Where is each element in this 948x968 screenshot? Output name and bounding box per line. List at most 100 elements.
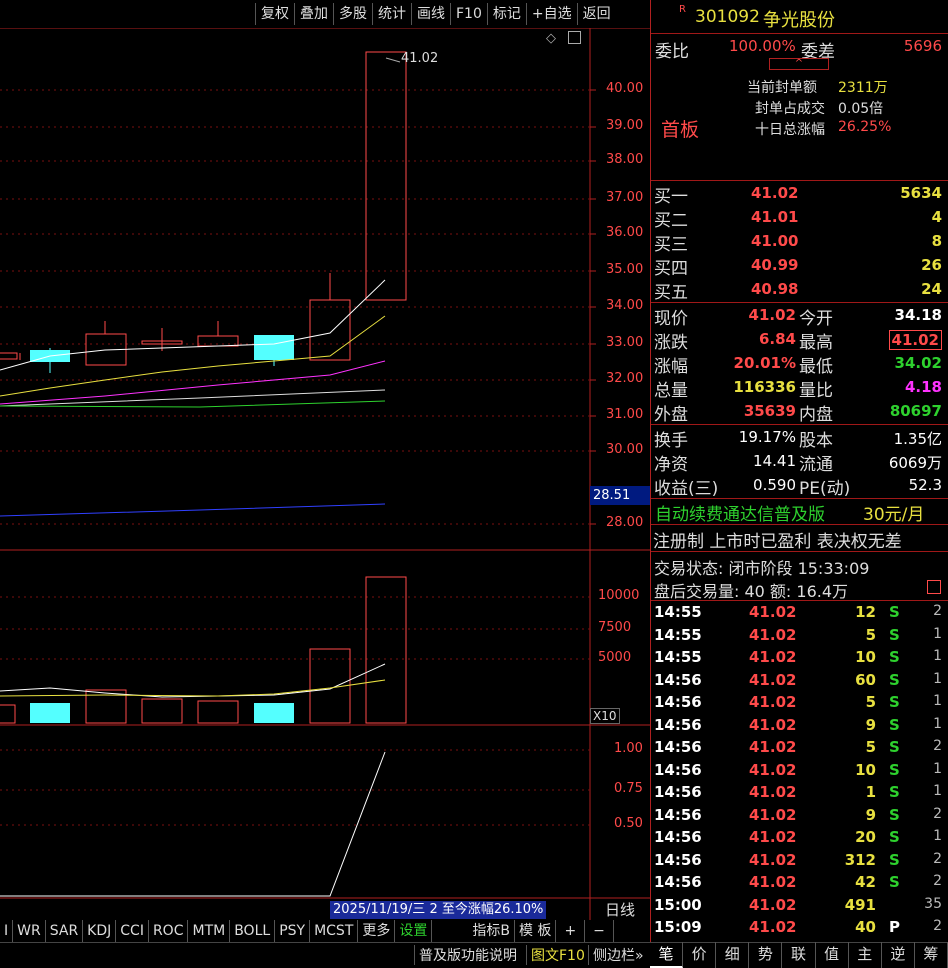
toolbar-mark[interactable]: 标记 (486, 3, 526, 25)
price-tick: 37.00 (606, 190, 644, 205)
tick-time: 14:55 (654, 603, 702, 621)
tick-volume: 5 (865, 693, 876, 711)
tab-boll[interactable]: BOLL (230, 920, 276, 942)
tick-count: 1 (933, 648, 942, 664)
side-tab[interactable]: 价 (683, 942, 717, 968)
tick-count: 1 (933, 625, 942, 642)
tick-time: 14:56 (654, 738, 702, 756)
indicator-tick: 0.50 (614, 816, 643, 831)
quote-value: 116336 (733, 378, 796, 396)
tab-wr[interactable]: WR (13, 920, 46, 942)
bid-price[interactable]: 41.02 (751, 184, 798, 202)
tab-psy[interactable]: PSY (275, 920, 311, 942)
toolbar-back[interactable]: 返回 (576, 3, 616, 25)
volume-tick: 10000 (598, 588, 640, 603)
kline-chart[interactable]: 41.02 ◇ 40.00 39.00 38.00 37.00 36.00 35.00 34… (0, 28, 650, 942)
volume-bar (254, 703, 294, 723)
tick-count: 2 (933, 873, 942, 889)
tab-more[interactable]: 更多 (358, 920, 396, 942)
toolbar-f10[interactable]: F10 (450, 3, 487, 25)
period-label[interactable]: 日线 (590, 899, 650, 920)
chart-mini-icon[interactable] (927, 580, 941, 594)
tick-volume: 20 (855, 828, 876, 846)
func-guide-link[interactable]: 普及版功能说明 (414, 945, 521, 965)
high-label: 41.02 (401, 51, 439, 66)
side-tab[interactable]: 逆 (882, 942, 915, 968)
f10-link[interactable]: 图文F10 (526, 945, 589, 965)
bid-price[interactable]: 41.00 (751, 232, 798, 250)
tick-count: 1 (933, 783, 942, 799)
bid-volume: 4 (931, 208, 942, 226)
tick-price: 41.02 (749, 603, 797, 621)
board-tag: 首板 (661, 119, 700, 141)
diamond-icon[interactable]: ◇ (546, 31, 556, 46)
side-tab[interactable]: 细 (716, 942, 750, 968)
bid-volume: 26 (921, 256, 942, 274)
tick-count: 1 (933, 670, 942, 687)
toolbar-add-watch[interactable]: +自选 (525, 3, 577, 25)
tick-volume: 42 (855, 873, 876, 891)
tick-time: 14:56 (654, 783, 702, 801)
bid-label: 买一 (654, 187, 688, 207)
indicator-tabs: I WR SAR KDJ CCI ROC MTM BOLL PSY MCST 更… (0, 920, 614, 942)
tab-kdj[interactable]: KDJ (83, 920, 117, 942)
tick-time: 14:56 (654, 715, 702, 734)
volume-bar (30, 703, 70, 723)
ad-text[interactable]: 自动续费通达信普及版 (655, 500, 825, 525)
stock-badge: R (679, 4, 686, 15)
tick-price: 41.02 (749, 760, 797, 779)
tick-time: 15:09 (654, 918, 702, 936)
side-tab[interactable]: 值 (816, 942, 849, 968)
vol-ma-line (0, 663, 386, 698)
tick-volume: 9 (865, 805, 876, 824)
tab-mtm[interactable]: MTM (188, 920, 231, 942)
quote-value: 34.18 (894, 306, 942, 324)
toolbar-overlay[interactable]: 叠加 (294, 3, 333, 25)
toolbar-stats[interactable]: 统计 (372, 3, 411, 25)
tick-count: 1 (933, 693, 942, 709)
tick-volume: 5 (865, 738, 876, 756)
stock-code: 301092 (695, 7, 760, 27)
seal-ratio-label: 封单占成交 (755, 101, 825, 117)
price-tick: 40.00 (606, 81, 644, 96)
fund-label: 收益(三) (654, 479, 719, 499)
fund-value: 0.590 (753, 476, 796, 494)
fund-value: 14.41 (753, 452, 796, 470)
tab-i[interactable]: I (0, 920, 14, 942)
tick-side: S (889, 873, 900, 891)
bid-price[interactable]: 41.01 (751, 208, 798, 226)
tab-cci[interactable]: CCI (116, 920, 149, 942)
side-tab[interactable]: 笔 (650, 942, 684, 968)
quote-value: 41.02 (888, 330, 942, 350)
ad-price[interactable]: 30元/月 (863, 500, 924, 525)
tab-roc[interactable]: ROC (149, 920, 189, 942)
toolbar-fuquan[interactable]: 复权 (255, 3, 294, 25)
tab-sar[interactable]: SAR (46, 920, 84, 942)
window-icon[interactable] (568, 31, 581, 44)
sidebar-toggle[interactable]: 侧边栏» (588, 945, 648, 965)
tab-indicator-b[interactable]: 指标B (432, 920, 515, 942)
side-tab[interactable]: 筹 (915, 942, 948, 968)
quote-label: 今开 (799, 309, 833, 329)
volume-unit: X10 (590, 708, 620, 724)
quote-label: 涨跌 (654, 333, 688, 353)
toolbar-multi[interactable]: 多股 (333, 3, 372, 25)
collapse-button[interactable]: ^ (769, 58, 829, 70)
tab-settings[interactable]: 设置 (395, 920, 433, 942)
tab-template[interactable]: 模 板 (515, 920, 557, 942)
zoom-in-button[interactable]: + (556, 920, 586, 942)
side-tab[interactable]: 联 (782, 942, 816, 968)
toolbar-draw[interactable]: 画线 (411, 3, 450, 25)
tab-mcst[interactable]: MCST (310, 920, 359, 942)
trade-status: 交易状态: 闭市阶段 15:33:09 (654, 559, 870, 578)
ten-day-value: 26.25% (838, 119, 892, 135)
bid-price[interactable]: 40.99 (751, 256, 798, 274)
candle (365, 51, 407, 301)
bid-price[interactable]: 40.98 (751, 280, 798, 298)
zoom-out-button[interactable]: − (585, 920, 614, 942)
date-info: 2025/11/19/三 2 至今涨幅26.10% (330, 901, 547, 919)
price-tick: 31.00 (606, 407, 644, 422)
tick-side: S (889, 783, 900, 801)
side-tab[interactable]: 主 (849, 942, 882, 968)
side-tab[interactable]: 势 (749, 942, 783, 968)
